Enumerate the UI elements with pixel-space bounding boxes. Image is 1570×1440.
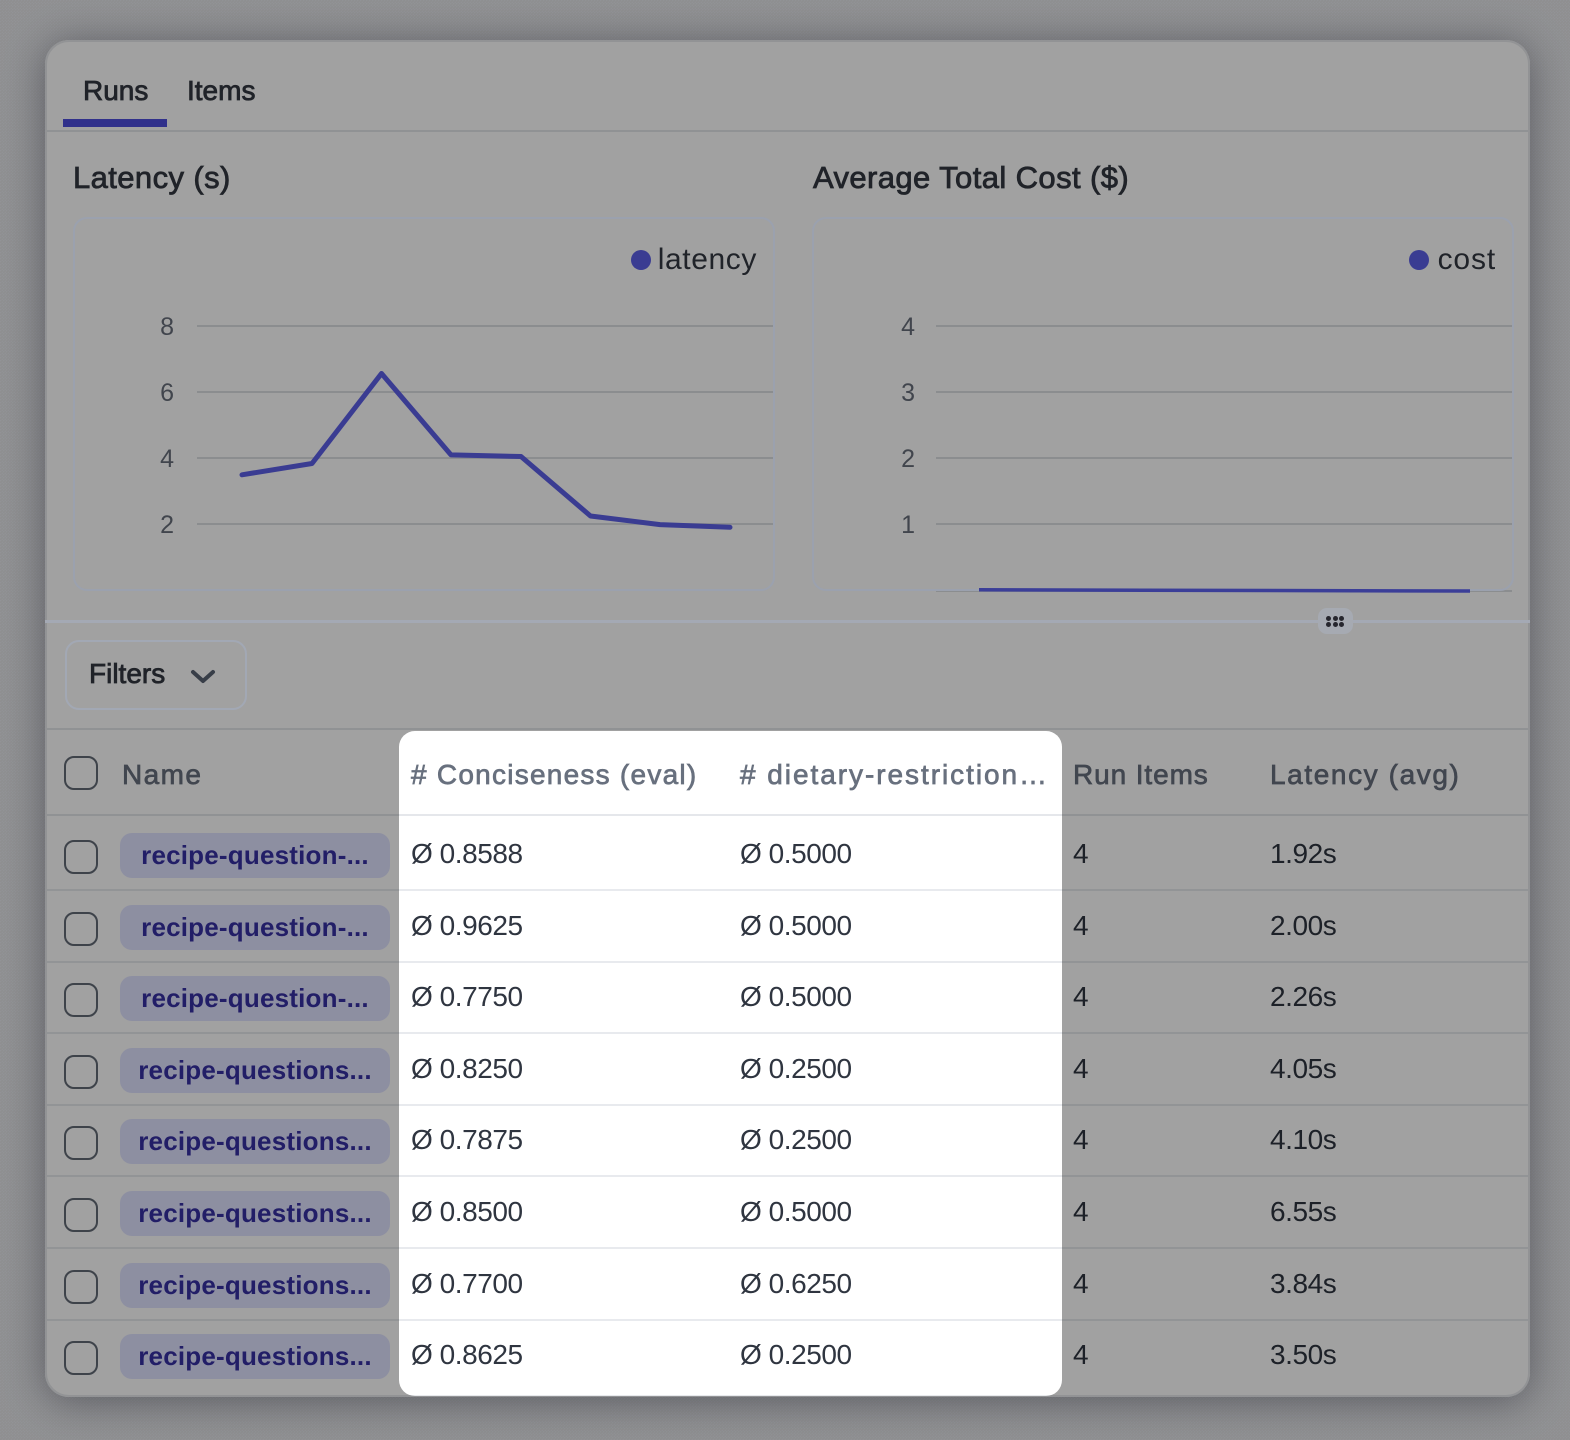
svg-text:2: 2: [160, 511, 174, 539]
svg-text:2: 2: [901, 445, 915, 473]
svg-text:3: 3: [901, 379, 915, 407]
svg-text:4: 4: [160, 445, 174, 473]
svg-text:6: 6: [160, 379, 174, 407]
svg-text:8: 8: [160, 313, 174, 341]
svg-text:4: 4: [901, 313, 915, 341]
svg-text:1: 1: [901, 511, 915, 539]
